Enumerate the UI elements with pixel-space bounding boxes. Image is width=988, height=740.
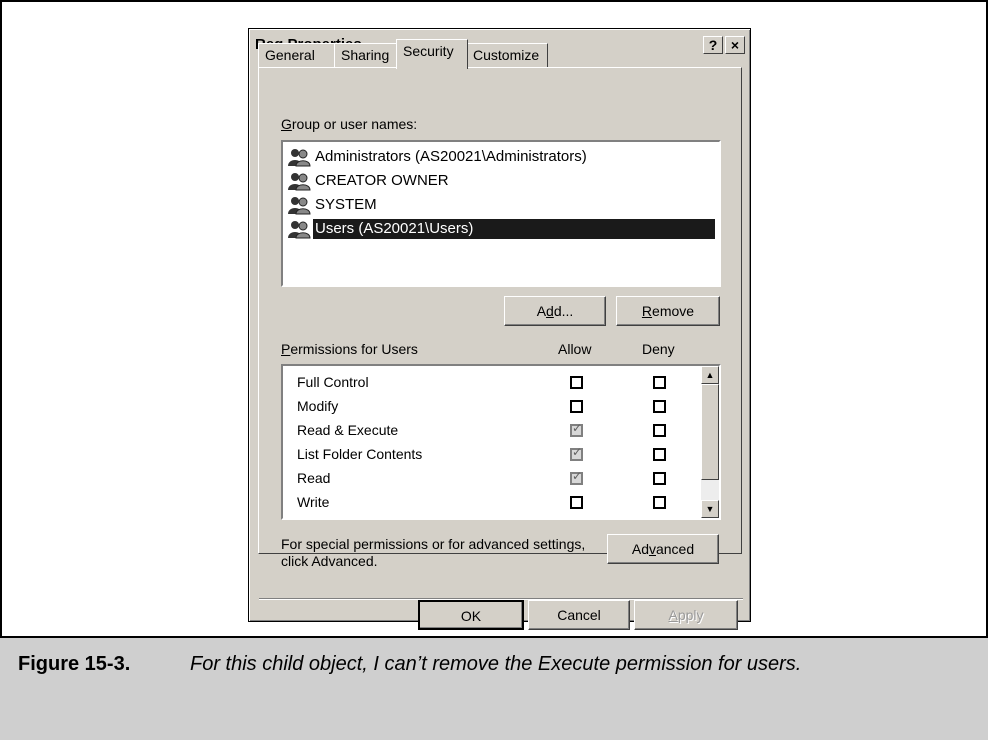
deny-checkbox-full-control[interactable]: [653, 376, 666, 389]
permission-name-write: Write: [297, 494, 330, 510]
group-names-label: Group or user names:: [281, 116, 418, 132]
advanced-button[interactable]: Advanced: [607, 534, 719, 564]
scroll-down-arrow-icon[interactable]: ▼: [701, 500, 719, 518]
allow-checkbox-read-execute[interactable]: [570, 421, 583, 437]
tab-general[interactable]: General: [258, 43, 338, 67]
tab-security[interactable]: Security: [396, 39, 468, 69]
group-icon: [287, 171, 311, 191]
allow-checkbox-full-control[interactable]: [570, 376, 583, 389]
figure-label: Figure 15-3.: [18, 653, 131, 675]
group-icon: [287, 147, 311, 167]
deny-checkbox-read-execute[interactable]: [653, 424, 666, 437]
permissions-label: Permissions for Users: [281, 341, 418, 357]
deny-checkbox-read[interactable]: [653, 472, 666, 485]
caption-bar: Figure 15-3. For this child object, I ca…: [0, 636, 988, 740]
permission-name-full-control: Full Control: [297, 374, 369, 390]
close-button[interactable]: ×: [725, 36, 745, 54]
figure-caption: For this child object, I can’t remove th…: [190, 653, 802, 675]
permissions-list: Full Control Modify Read & Execute List …: [281, 364, 721, 520]
allow-checkbox-write[interactable]: [570, 496, 583, 509]
tab-customize[interactable]: Customize: [466, 43, 548, 67]
group-user-listbox[interactable]: Administrators (AS20021\Administrators) …: [281, 140, 721, 287]
allow-checkbox-read[interactable]: [570, 469, 583, 485]
help-button[interactable]: ?: [703, 36, 723, 54]
cancel-button[interactable]: Cancel: [528, 600, 630, 630]
group-name: Users (AS20021\Users): [313, 219, 715, 239]
group-icon: [287, 219, 311, 239]
remove-button[interactable]: Remove: [616, 296, 720, 326]
group-icon: [287, 195, 311, 215]
permission-name-read: Read: [297, 470, 331, 486]
allow-checkbox-modify[interactable]: [570, 400, 583, 413]
ok-button[interactable]: OK: [418, 600, 524, 630]
scroll-up-arrow-icon[interactable]: ▲: [701, 366, 719, 384]
permission-name-read-execute: Read & Execute: [297, 422, 399, 438]
deny-checkbox-list-folder-contents[interactable]: [653, 448, 666, 461]
list-item-administrators[interactable]: Administrators (AS20021\Administrators): [287, 146, 589, 168]
group-name: Administrators (AS20021\Administrators): [315, 148, 587, 165]
permission-name-list-folder-contents: List Folder Contents: [297, 446, 423, 462]
deny-checkbox-modify[interactable]: [653, 400, 666, 413]
add-button[interactable]: Add...: [504, 296, 606, 326]
deny-checkbox-write[interactable]: [653, 496, 666, 509]
advanced-description: For special permissions or for advanced …: [281, 536, 586, 569]
tab-sharing[interactable]: Sharing: [334, 43, 398, 67]
apply-button[interactable]: Apply: [634, 600, 738, 630]
allow-column-header: Allow: [558, 341, 592, 357]
permission-name-modify: Modify: [297, 398, 339, 414]
list-item-creator-owner[interactable]: CREATOR OWNER: [287, 170, 451, 192]
group-name: SYSTEM: [315, 196, 377, 213]
allow-checkbox-list-folder-contents[interactable]: [570, 445, 583, 461]
permissions-scrollbar[interactable]: ▲ ▼: [701, 366, 719, 518]
list-item-users[interactable]: Users (AS20021\Users): [287, 218, 715, 240]
group-name: CREATOR OWNER: [315, 172, 449, 189]
list-item-system[interactable]: SYSTEM: [287, 194, 379, 216]
scrollbar-thumb[interactable]: [701, 384, 719, 480]
deny-column-header: Deny: [642, 341, 675, 357]
